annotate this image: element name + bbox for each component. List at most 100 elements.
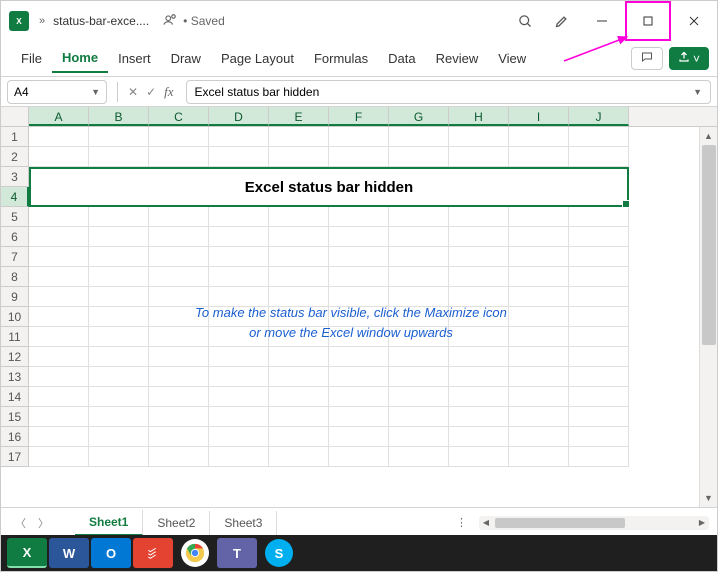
cell[interactable] [449, 207, 509, 227]
cell[interactable] [269, 427, 329, 447]
cell[interactable] [389, 227, 449, 247]
vertical-scrollbar[interactable]: ▲ ▼ [699, 127, 717, 507]
cell[interactable] [89, 307, 149, 327]
cell[interactable] [149, 447, 209, 467]
cell[interactable] [509, 387, 569, 407]
cell[interactable] [389, 207, 449, 227]
taskbar-outlook-icon[interactable]: O [91, 538, 131, 568]
cell[interactable] [29, 207, 89, 227]
name-box-dropdown-icon[interactable]: ▼ [91, 87, 100, 97]
cell[interactable] [449, 227, 509, 247]
hscroll-thumb[interactable] [495, 518, 625, 528]
sheet-nav-prev-icon[interactable]: 〈 [9, 515, 32, 531]
cell[interactable] [89, 407, 149, 427]
col-header[interactable]: J [569, 107, 629, 126]
cell[interactable] [449, 127, 509, 147]
cell[interactable] [389, 387, 449, 407]
taskbar-chrome-icon[interactable] [181, 539, 209, 567]
cell[interactable] [29, 327, 89, 347]
cell[interactable] [269, 367, 329, 387]
scroll-right-icon[interactable]: ▶ [695, 518, 709, 527]
cell[interactable] [569, 407, 629, 427]
cell[interactable] [209, 347, 269, 367]
scroll-left-icon[interactable]: ◀ [479, 518, 493, 527]
cell[interactable] [329, 147, 389, 167]
cell[interactable] [269, 407, 329, 427]
cell[interactable] [449, 247, 509, 267]
cell[interactable] [29, 307, 89, 327]
row-header[interactable]: 6 [1, 227, 29, 247]
cancel-formula-icon[interactable]: ✕ [128, 85, 138, 99]
cell[interactable] [449, 367, 509, 387]
cell[interactable] [329, 347, 389, 367]
cell[interactable] [389, 127, 449, 147]
row-header[interactable]: 14 [1, 387, 29, 407]
cell[interactable] [89, 287, 149, 307]
cell[interactable] [29, 127, 89, 147]
col-header[interactable]: A [29, 107, 89, 126]
cell[interactable] [569, 327, 629, 347]
row-header[interactable]: 12 [1, 347, 29, 367]
cell[interactable] [269, 247, 329, 267]
cell[interactable] [149, 347, 209, 367]
tab-insert[interactable]: Insert [108, 45, 161, 72]
row-header[interactable]: 8 [1, 267, 29, 287]
cell[interactable] [269, 447, 329, 467]
cell[interactable] [89, 127, 149, 147]
row-header[interactable]: 3 [1, 167, 29, 187]
document-filename[interactable]: status-bar-exce.... [53, 14, 149, 28]
col-header[interactable]: H [449, 107, 509, 126]
share-icon[interactable] [163, 13, 177, 30]
cell[interactable] [209, 367, 269, 387]
cell[interactable] [29, 287, 89, 307]
cell[interactable] [509, 207, 569, 227]
tab-file[interactable]: File [11, 45, 52, 72]
cell[interactable] [449, 427, 509, 447]
cell[interactable] [149, 147, 209, 167]
cell[interactable] [509, 427, 569, 447]
cell[interactable] [89, 427, 149, 447]
cell[interactable] [569, 387, 629, 407]
cell[interactable] [149, 247, 209, 267]
cell[interactable] [209, 207, 269, 227]
tab-page-layout[interactable]: Page Layout [211, 45, 304, 72]
cell[interactable] [449, 447, 509, 467]
cell[interactable] [569, 307, 629, 327]
taskbar-word-icon[interactable]: W [49, 538, 89, 568]
cell[interactable] [389, 147, 449, 167]
formula-input[interactable]: Excel status bar hidden ▼ [186, 80, 711, 104]
sheet-nav-next-icon[interactable]: 〉 [32, 515, 55, 531]
cell[interactable] [329, 127, 389, 147]
sheet-options-icon[interactable]: ⋮ [456, 516, 469, 529]
cell[interactable] [29, 267, 89, 287]
cell[interactable] [209, 227, 269, 247]
tab-draw[interactable]: Draw [161, 45, 211, 72]
save-status[interactable]: Saved [183, 14, 225, 28]
formula-expand-icon[interactable]: ▼ [693, 87, 702, 97]
cell[interactable] [149, 367, 209, 387]
cell[interactable] [89, 247, 149, 267]
cell[interactable] [29, 147, 89, 167]
cell[interactable] [89, 347, 149, 367]
cell[interactable] [29, 347, 89, 367]
row-header[interactable]: 2 [1, 147, 29, 167]
minimize-button[interactable] [579, 1, 625, 41]
col-header[interactable]: I [509, 107, 569, 126]
cell[interactable] [389, 267, 449, 287]
taskbar-skype-icon[interactable]: S [265, 539, 293, 567]
cell[interactable] [569, 147, 629, 167]
cell[interactable] [569, 287, 629, 307]
select-all-corner[interactable] [1, 107, 29, 126]
cell[interactable] [389, 447, 449, 467]
cell[interactable] [269, 147, 329, 167]
tab-formulas[interactable]: Formulas [304, 45, 378, 72]
cell[interactable] [569, 267, 629, 287]
search-icon[interactable] [507, 1, 543, 41]
cell[interactable] [329, 407, 389, 427]
cell[interactable] [29, 387, 89, 407]
cell[interactable] [329, 227, 389, 247]
cell[interactable] [89, 147, 149, 167]
taskbar-teams-icon[interactable]: T [217, 538, 257, 568]
cell[interactable] [209, 427, 269, 447]
cell[interactable] [89, 227, 149, 247]
